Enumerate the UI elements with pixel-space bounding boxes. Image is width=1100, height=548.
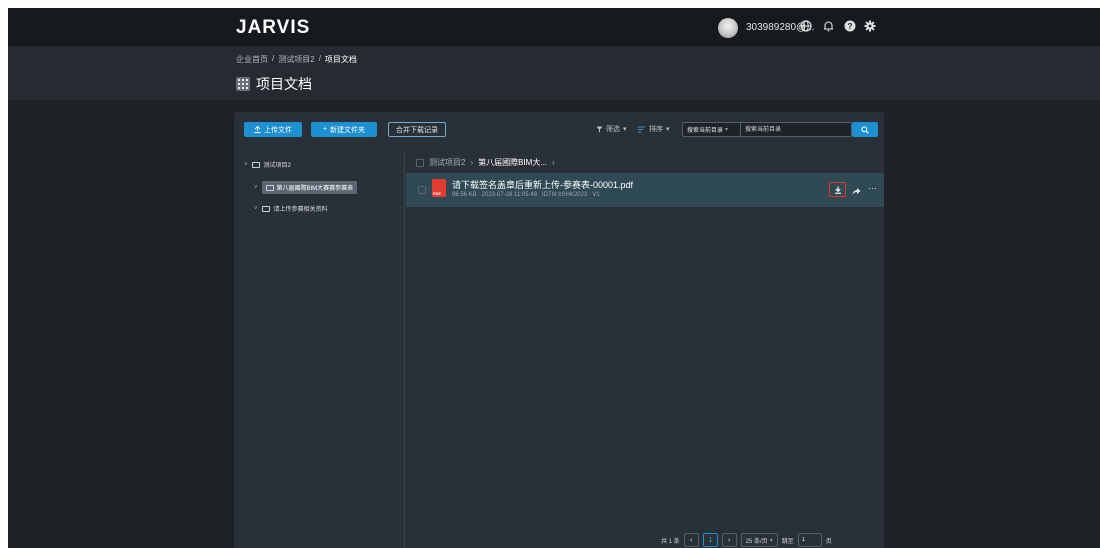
file-name[interactable]: 请下载签名盖章后重新上传-参赛表-00001.pdf <box>452 178 633 191</box>
chevron-down-icon: ▾ <box>623 126 627 133</box>
tree-node[interactable]: ˅ 请上传参赛相关资料 <box>254 204 328 213</box>
tree-node-text: 第八届國際BIM大赛赛参赛表 <box>276 186 354 192</box>
page-header: 企业首页 / 测试项目2 / 项目文档 项目文档 <box>8 46 1100 100</box>
search-scope-label: 搜索当前目录 <box>687 128 724 134</box>
breadcrumb-separator: / <box>318 54 321 63</box>
upload-button[interactable]: 上传文件 <box>244 122 302 137</box>
chevron-down-icon[interactable]: ˅ <box>254 185 258 191</box>
tree-node-label: 测试项目2 <box>263 163 291 169</box>
apps-grid-icon <box>236 77 250 91</box>
prev-page-button[interactable]: ‹ <box>683 533 699 547</box>
file-browser: 测试项目2 › 第八届國際BIM大... › 请下载签名盖章后重新上传-参赛表-… <box>406 150 884 548</box>
search-box: 搜索当前目录 ▾ <box>682 122 852 137</box>
new-folder-button-label: 新建文件夹 <box>330 126 366 134</box>
page-title-wrap: 项目文档 <box>236 74 312 94</box>
page-title: 项目文档 <box>256 76 312 92</box>
pdf-file-icon <box>432 179 446 197</box>
share-icon[interactable] <box>852 184 861 202</box>
gear-icon[interactable] <box>862 18 878 34</box>
file-uploader: IDTM bSHK2023 <box>541 192 588 198</box>
sort-label: 排序 <box>649 126 663 133</box>
folder-icon <box>265 184 274 191</box>
file-path-breadcrumb: 测试项目2 › 第八届國際BIM大... › <box>416 157 555 168</box>
bell-icon[interactable] <box>820 18 836 34</box>
page-number-button[interactable]: 1 <box>702 533 718 547</box>
file-row[interactable]: 请下载签名盖章后重新上传-参赛表-00001.pdf 96.56 KB 2023… <box>406 173 884 207</box>
merge-download-record-label: 合并下载记录 <box>396 126 438 134</box>
next-page-button[interactable]: › <box>721 533 737 547</box>
download-button[interactable] <box>829 182 846 197</box>
app-frame: JARVIS 303989280@... ? 企业首页 / 测试项目2 / 项目… <box>8 8 1100 548</box>
logo[interactable]: JARVIS <box>236 17 310 39</box>
pagination: 共 1 条 ‹ 1 › 25 条/页 ▾ 跳至 页 <box>661 533 832 547</box>
file-version: V1 <box>592 192 600 198</box>
tree-node-label: 第八届國際BIM大赛赛参赛表 <box>261 181 358 194</box>
search-scope-select[interactable]: 搜索当前目录 ▾ <box>683 123 741 136</box>
path-root[interactable]: 测试项目2 <box>429 157 465 168</box>
plus-icon: + <box>322 126 328 133</box>
goto-page-input[interactable] <box>797 533 822 547</box>
search-button[interactable] <box>852 122 878 137</box>
search-input[interactable] <box>741 123 851 136</box>
tree-node-selected[interactable]: ˅ 第八届國際BIM大赛赛参赛表 <box>254 181 358 194</box>
page-size-select[interactable]: 25 条/页 ▾ <box>740 533 778 547</box>
breadcrumb-home[interactable]: 企业首页 <box>236 54 268 65</box>
page-size-label: 25 条/页 <box>745 538 768 545</box>
merge-download-record-button[interactable]: 合并下载记录 <box>388 122 446 137</box>
select-all-checkbox[interactable] <box>416 158 424 167</box>
file-date: 2023-07-28 11:05:48 <box>481 192 537 198</box>
chevron-down-icon[interactable]: ˅ <box>244 162 248 168</box>
avatar[interactable] <box>718 18 738 38</box>
chevron-right-icon: › <box>470 158 474 167</box>
filter-dropdown[interactable]: 筛选 ▾ <box>596 124 627 134</box>
more-options-icon[interactable]: ··· <box>868 183 877 193</box>
filter-label: 筛选 <box>606 126 620 133</box>
pagination-total: 共 1 条 <box>661 538 680 545</box>
filter-icon <box>596 126 603 132</box>
toolbar: 上传文件 + 新建文件夹 合并下载记录 筛选 ▾ 排序 ▾ 搜索当前目录 ▾ 搜… <box>234 112 884 146</box>
folder-icon <box>261 205 270 212</box>
tree-node-label: 请上传参赛相关资料 <box>273 207 328 213</box>
sort-icon <box>638 126 645 132</box>
chevron-down-icon: ▾ <box>666 126 670 133</box>
new-folder-button[interactable]: + 新建文件夹 <box>311 122 377 137</box>
chevron-down-icon[interactable]: ˅ <box>254 206 258 212</box>
chevron-down-icon: ▾ <box>725 127 729 133</box>
breadcrumb: 企业首页 / 测试项目2 / 项目文档 <box>236 54 357 65</box>
upload-icon <box>254 126 261 133</box>
chevron-down-icon: ▾ <box>769 537 773 544</box>
top-navbar: JARVIS 303989280@... ? <box>8 8 1100 46</box>
search-icon <box>861 125 869 134</box>
svg-text:?: ? <box>848 22 853 31</box>
upload-button-label: 上传文件 <box>264 126 292 134</box>
breadcrumb-separator: / <box>272 54 275 63</box>
folder-tree: ˅ 测试项目2 ˅ 第八届國際BIM大赛赛参赛表 ˅ 请上传参赛相关资料 <box>234 150 405 548</box>
file-meta: 96.56 KB 2023-07-28 11:05:48 IDTM bSHK20… <box>452 192 600 198</box>
breadcrumb-current: 项目文档 <box>324 55 357 64</box>
breadcrumb-project[interactable]: 测试项目2 <box>278 54 314 65</box>
file-size: 96.56 KB <box>452 192 477 198</box>
path-current: 第八届國際BIM大... <box>478 158 548 167</box>
document-panel: 上传文件 + 新建文件夹 合并下载记录 筛选 ▾ 排序 ▾ 搜索当前目录 ▾ 搜… <box>234 112 884 548</box>
help-icon[interactable]: ? <box>842 18 858 34</box>
goto-label: 跳至 <box>781 538 794 545</box>
globe-icon[interactable] <box>798 18 814 34</box>
folder-icon <box>251 161 260 168</box>
chevron-right-icon: › <box>552 158 555 167</box>
sort-dropdown[interactable]: 排序 ▾ <box>638 124 670 134</box>
download-icon <box>834 186 841 194</box>
page-unit-label: 页 <box>825 538 832 545</box>
file-checkbox[interactable] <box>418 186 426 194</box>
tree-node-root[interactable]: ˅ 测试项目2 <box>244 160 291 169</box>
